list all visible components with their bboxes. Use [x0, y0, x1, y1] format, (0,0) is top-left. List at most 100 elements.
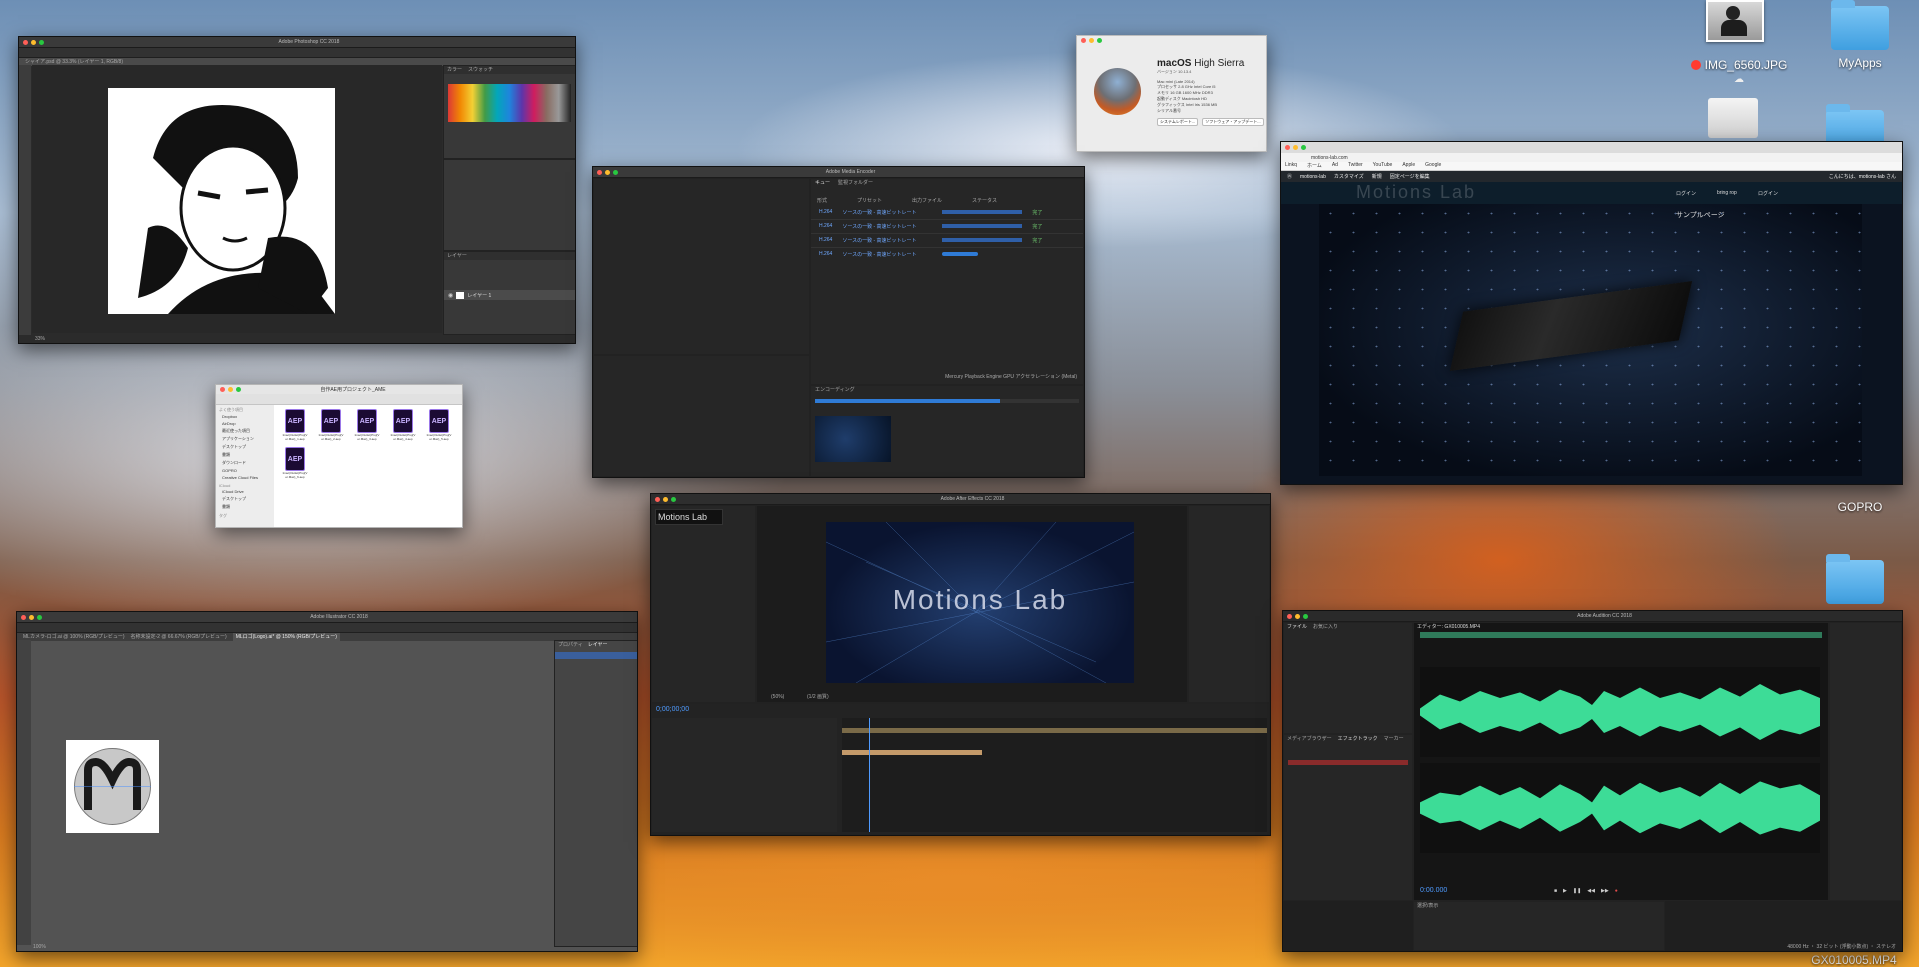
browser-window[interactable]: motions-lab.com Linkq ホーム Ad Twitter You…	[1280, 141, 1903, 485]
bookmark-item[interactable]: Linkq	[1285, 162, 1297, 170]
customize-link[interactable]: カスタマイズ	[1334, 173, 1364, 180]
layer-row[interactable]: ◉ レイヤー 1	[444, 290, 575, 300]
audition-window[interactable]: Adobe Audition CC 2018 ファイル お気に入り メディアブラ…	[1282, 610, 1903, 952]
file-item[interactable]: AEP Imac(Outlet)Proj(Ver.Mac)_6.aep	[282, 447, 308, 479]
color-swatches-panel[interactable]: カラー スウォッチ	[443, 65, 575, 159]
waveform-channel-left[interactable]	[1420, 667, 1820, 757]
sidebar-item[interactable]: Dropbox	[216, 413, 274, 420]
nav-link[interactable]: bring rop	[1717, 190, 1737, 196]
zoom-button[interactable]	[1097, 38, 1102, 43]
bookmark-item[interactable]: Apple	[1402, 162, 1415, 170]
file-item[interactable]: AEP Imac(Outlet)Proj(Ver.Mac)_2.aep	[318, 409, 344, 441]
comp-viewer[interactable]: Motions Lab	[826, 522, 1134, 683]
software-update-button[interactable]: ソフトウェア・アップデート...	[1202, 118, 1264, 126]
control-bar[interactable]	[17, 623, 637, 633]
desktop-icon-image-file[interactable]	[1690, 0, 1780, 42]
zoom-button[interactable]	[671, 496, 676, 502]
zoom-button[interactable]	[236, 387, 241, 392]
pause-icon[interactable]: ❚❚	[1573, 888, 1581, 894]
desktop-icon-folder-2[interactable]	[1822, 554, 1888, 604]
system-report-button[interactable]: システムレポート...	[1157, 118, 1199, 126]
layers-panel[interactable]: レイヤー ◉ レイヤー 1	[443, 251, 575, 335]
panel-tab[interactable]: カラー	[447, 66, 462, 74]
sidebar-item[interactable]: GOPRO	[216, 467, 274, 474]
close-button[interactable]	[1081, 38, 1086, 43]
close-button[interactable]	[1287, 613, 1292, 619]
finder-window[interactable]: 自作AE用プロジェクト_AME よく使う項目 Dropbox AirDrop 最…	[215, 384, 463, 528]
output-path[interactable]	[942, 238, 1023, 242]
zoom-button[interactable]	[1303, 613, 1308, 619]
close-button[interactable]	[655, 496, 660, 502]
doc-tab[interactable]: 名称未設定-2 @ 66.67% (RGB/プレビュー)	[130, 633, 226, 641]
queue-panel[interactable]: キュー 監視フォルダー 形式 プリセット 出力ファイル ステータス H.264 …	[810, 178, 1084, 385]
fast-forward-icon[interactable]: ▶▶	[1601, 888, 1609, 894]
close-button[interactable]	[1285, 145, 1290, 150]
record-icon[interactable]: ●	[1615, 888, 1618, 894]
artboard[interactable]	[66, 740, 159, 833]
zoom-button[interactable]	[1301, 145, 1306, 150]
bookmark-item[interactable]: YouTube	[1373, 162, 1393, 170]
illustrator-window[interactable]: Adobe Illustrator CC 2018 MLカメラ-ロゴ.ai @ …	[16, 611, 638, 952]
panel-tab[interactable]: お気に入り	[1313, 623, 1338, 630]
panel-tab[interactable]: プロパティ	[558, 641, 583, 648]
panel-tab[interactable]: エフェクトラック	[1338, 735, 1378, 742]
about-this-mac-window[interactable]: macOS High Sierra バージョン 10.13.4 Mac mini…	[1076, 35, 1267, 152]
url-text[interactable]: motions-lab.com	[1311, 155, 1348, 161]
desktop-icon-img-label[interactable]: IMG_6560.JPG ☁	[1674, 56, 1804, 85]
editor-tab[interactable]: エディター: GX010005.MP4	[1414, 623, 1828, 630]
files-panel[interactable]: ファイル お気に入り	[1283, 622, 1413, 734]
sidebar-item[interactable]: 書類	[216, 451, 274, 459]
timecode[interactable]: 0:00.000	[1420, 887, 1447, 894]
minimize-button[interactable]	[31, 39, 36, 45]
zoom-button[interactable]	[613, 169, 618, 175]
col-header[interactable]: 形式	[817, 197, 827, 204]
sidebar-item[interactable]: iCloud Drive	[216, 488, 274, 495]
col-header[interactable]: ステータス	[972, 197, 997, 204]
rewind-icon[interactable]: ◀◀	[1587, 888, 1595, 894]
encoding-panel[interactable]: エンコーディング	[810, 385, 1084, 477]
queue-row[interactable]: H.264 ソースの一致 - 高速ビットレート 完了	[811, 234, 1083, 248]
nav-link[interactable]: ログイン	[1676, 190, 1696, 197]
transport-controls[interactable]: ■ ▶ ❚❚ ◀◀ ▶▶ ●	[1554, 888, 1618, 894]
tools-panel[interactable]	[19, 65, 31, 335]
play-icon[interactable]: ▶	[1563, 888, 1567, 894]
site-name-link[interactable]: motions-lab	[1300, 174, 1326, 180]
minimize-button[interactable]	[1295, 613, 1300, 619]
finder-toolbar[interactable]	[216, 394, 462, 405]
playhead[interactable]	[869, 718, 870, 832]
close-button[interactable]	[220, 387, 225, 392]
layer-bar[interactable]	[842, 750, 982, 755]
swatch-grid[interactable]	[448, 84, 571, 122]
editor-panel[interactable]: エディター: GX010005.MP4 0:00.000 ■ ▶ ❚❚ ◀◀ ▶…	[1413, 622, 1829, 901]
preset-browser-panel[interactable]	[593, 355, 810, 477]
close-button[interactable]	[23, 39, 28, 45]
waveform-channel-right[interactable]	[1420, 763, 1820, 853]
bookmark-item[interactable]: Google	[1425, 162, 1441, 170]
media-encoder-window[interactable]: Adobe Media Encoder キュー 監視フォルダー 形式 プリセット…	[592, 166, 1085, 478]
after-effects-window[interactable]: Adobe After Effects CC 2018 Motions Lab …	[650, 493, 1271, 836]
finder-sidebar[interactable]: よく使う項目 Dropbox AirDrop 最近使った項目 アプリケーション …	[216, 405, 274, 527]
timeline-tracks[interactable]	[842, 718, 1267, 832]
panel-tab[interactable]: マーカー	[1384, 735, 1404, 742]
essential-sound-panel[interactable]	[1829, 622, 1902, 901]
nav-link[interactable]: ログイン	[1758, 190, 1778, 197]
zoom-button[interactable]	[37, 614, 42, 620]
minimize-button[interactable]	[1089, 38, 1094, 43]
panel-tab[interactable]: スウォッチ	[468, 66, 493, 74]
minimize-button[interactable]	[1293, 145, 1298, 150]
desktop-icon-mp4[interactable]: GX010005.MP4	[1790, 953, 1918, 967]
document-canvas[interactable]	[108, 88, 335, 314]
desktop-icon-myapps[interactable]: MyApps	[1815, 0, 1905, 70]
canvas-area[interactable]	[32, 65, 442, 333]
renderer-label[interactable]: Mercury Playback Engine GPU アクセラレーション (M…	[945, 373, 1077, 380]
site-logo-text[interactable]: Motions Lab	[1356, 182, 1476, 203]
minimize-button[interactable]	[663, 496, 668, 502]
sidebar-item[interactable]: Creative Cloud Files	[216, 474, 274, 481]
col-header[interactable]: 出力ファイル	[912, 197, 942, 204]
properties-panel[interactable]	[443, 159, 575, 251]
stop-icon[interactable]: ■	[1554, 888, 1557, 894]
minimize-button[interactable]	[605, 169, 610, 175]
close-button[interactable]	[597, 169, 602, 175]
effect-slot-active[interactable]	[1288, 760, 1408, 765]
resolution-dropdown[interactable]: (1/2 画質)	[807, 693, 829, 700]
